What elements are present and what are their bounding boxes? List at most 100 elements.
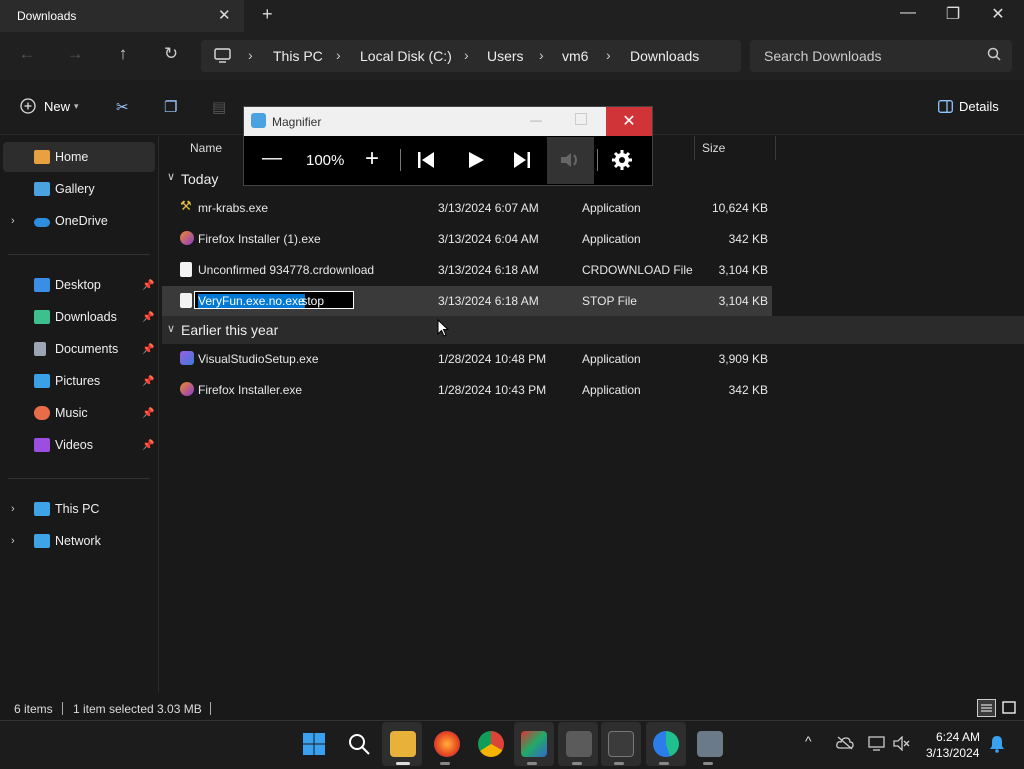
skip-forward-icon[interactable] [512,150,532,170]
sidebar-item-this-pc[interactable]: › This PC [0,494,156,524]
firefox-icon[interactable] [434,731,460,757]
magnifier-minimize-button[interactable]: — [530,113,542,127]
sidebar-item-music[interactable]: Music 📌 [0,398,156,428]
windows-start-icon[interactable] [302,732,326,756]
zoom-out-button[interactable]: — [262,147,282,170]
new-tab-button[interactable]: + [262,4,273,25]
clock-time[interactable]: 6:24 AM [936,730,980,744]
sidebar-item-pictures[interactable]: Pictures 📌 [0,366,156,396]
notification-bell-icon[interactable] [989,735,1005,753]
running-indicator [614,762,624,765]
list-view-icon [981,704,992,712]
chevron-down-icon[interactable]: ∨ [167,322,175,335]
table-row[interactable]: Unconfirmed 934778.crdownload 3/13/2024 … [162,255,772,285]
search-icon[interactable] [987,47,1001,61]
sidebar-item-gallery[interactable]: Gallery [0,174,156,204]
breadcrumb-users[interactable]: Users [487,48,524,64]
chevron-up-icon[interactable]: ^ [805,733,812,749]
copy-icon[interactable]: ❐ [164,98,177,116]
cloud-offline-icon[interactable] [836,736,854,750]
breadcrumb-downloads[interactable]: Downloads [630,48,699,64]
file-date: 3/13/2024 6:04 AM [438,232,539,246]
back-arrow-icon[interactable]: ← [13,44,41,64]
paste-icon[interactable]: ▤ [212,98,226,116]
forward-arrow-icon[interactable]: → [61,44,89,64]
group-header-today[interactable]: Today [181,171,218,187]
magnifier-app-icon[interactable] [697,731,723,757]
details-view-button[interactable] [977,699,996,717]
breadcrumb-vm6[interactable]: vm6 [562,48,588,64]
play-icon[interactable] [466,150,486,170]
column-header-size[interactable]: Size [702,141,725,155]
group-header-row[interactable] [162,316,1024,344]
magnifier-close-button[interactable]: ✕ [606,107,652,136]
skip-back-icon[interactable] [416,150,436,170]
magnifier-title-bar[interactable]: Magnifier — ✕ [244,107,652,136]
pin-icon: 📌 [142,311,155,323]
zoom-in-button[interactable]: + [365,145,379,173]
details-pane-icon [938,100,953,113]
new-button-label: New [44,98,71,114]
cut-icon[interactable]: ✂ [116,98,129,116]
edge-icon[interactable] [653,731,679,757]
up-arrow-icon[interactable]: ↑ [109,44,137,64]
sidebar-item-desktop[interactable]: Desktop 📌 [0,270,156,300]
magnifier-maximize-button[interactable] [575,113,587,125]
chevron-right-icon[interactable]: › [11,503,15,515]
running-indicator [703,762,713,765]
close-window-button[interactable]: ✕ [983,4,1013,24]
chrome-icon[interactable] [478,731,504,757]
sidebar-item-onedrive[interactable]: › OneDrive [0,206,156,236]
tab-downloads[interactable]: Downloads ✕ [0,0,244,32]
sidebar-item-videos[interactable]: Videos 📌 [0,430,156,460]
speaker-muted-icon[interactable] [893,736,911,751]
table-row[interactable]: ⚒ mr-krabs.exe 3/13/2024 6:07 AM Applica… [162,193,772,223]
selection-info: 1 item selected 3.03 MB [73,702,202,716]
rename-input[interactable]: VeryFun.exe.no.exe .stop [194,291,354,309]
sidebar-item-documents[interactable]: Documents 📌 [0,334,156,364]
minimize-button[interactable]: — [893,4,923,22]
maximize-button[interactable]: ❐ [938,4,968,24]
settings-gear-icon[interactable] [611,149,633,171]
read-from-here-button[interactable] [547,137,594,184]
pin-icon: 📌 [142,439,155,451]
sidebar-item-downloads[interactable]: Downloads 📌 [0,302,156,332]
file-size: 342 KB [728,383,768,397]
group-header-earlier[interactable]: Earlier this year [181,322,278,338]
search-icon[interactable] [347,732,371,756]
sidebar-item-network[interactable]: › Network [0,526,156,556]
network-status-icon[interactable] [868,736,886,751]
breadcrumb-this-pc[interactable]: This PC [273,48,323,64]
table-row[interactable]: Firefox Installer.exe 1/28/2024 10:43 PM… [162,375,772,405]
sidebar-item-label: Gallery [55,182,95,196]
home-icon [34,150,50,164]
rename-extension-text: .stop [298,294,325,308]
table-row[interactable]: VisualStudioSetup.exe 1/28/2024 10:48 PM… [162,344,772,374]
sidebar-item-home[interactable]: Home [0,142,156,172]
chevron-down-icon: ▾ [74,100,79,111]
breadcrumb-local-disk[interactable]: Local Disk (C:) [360,48,452,64]
column-header-name[interactable]: Name [190,141,222,155]
magnifier-window[interactable]: Magnifier — ✕ — 100% + [243,106,653,186]
chevron-down-icon[interactable]: ∨ [167,170,175,183]
status-divider [62,702,63,715]
file-name: Firefox Installer (1).exe [198,232,321,246]
table-row[interactable]: Firefox Installer (1).exe 3/13/2024 6:04… [162,224,772,254]
table-row-selected[interactable]: VeryFun.exe.no.exe .stop 3/13/2024 6:18 … [162,286,772,316]
tiles-view-button[interactable] [1000,699,1018,717]
terminal-icon[interactable] [608,731,634,757]
new-button[interactable]: New ▾ [20,98,79,114]
refresh-icon[interactable]: ↻ [157,44,185,64]
chevron-right-icon[interactable]: › [11,215,15,227]
calculator-icon[interactable] [566,731,592,757]
clock-date[interactable]: 3/13/2024 [926,746,979,760]
chevron-right-icon[interactable]: › [11,535,15,547]
file-name: Unconfirmed 934778.crdownload [198,263,375,277]
search-placeholder: Search Downloads [764,48,882,64]
tab-close-icon[interactable]: ✕ [218,6,231,24]
pin-icon: 📌 [142,375,155,387]
mr-krabs-app-icon[interactable] [521,731,547,757]
tab-title: Downloads [17,9,77,23]
details-button[interactable]: Details [938,99,999,114]
file-explorer-icon[interactable] [390,731,416,757]
